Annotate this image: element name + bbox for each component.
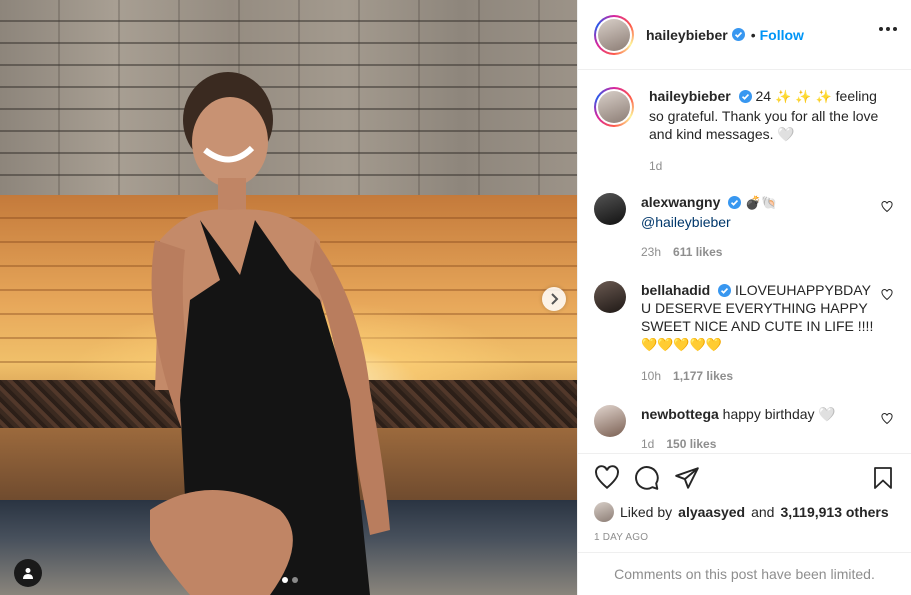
verified-icon xyxy=(728,196,742,209)
liked-by-prefix: Liked by xyxy=(620,504,673,520)
caption-sparkles: ✨ ✨ ✨ xyxy=(774,90,832,105)
author-avatar[interactable] xyxy=(594,14,634,55)
comment-mention[interactable]: @haileybieber xyxy=(641,214,731,230)
post-sidebar: haileybieber • Follow haileybieber 24 ✨ … xyxy=(577,0,911,595)
comment-emoji: 💣🐚 xyxy=(745,196,778,211)
author-username[interactable]: haileybieber xyxy=(646,27,728,43)
comment-time[interactable]: 1d xyxy=(641,437,654,451)
heart-icon[interactable] xyxy=(594,465,620,491)
likes-summary: Liked by alyaasyed and 3,119,913 others xyxy=(594,502,895,522)
heart-icon[interactable] xyxy=(881,289,893,301)
comment-icon[interactable] xyxy=(634,465,660,491)
comment-item: alexwangny 💣🐚 @haileybieber 23h 611 like… xyxy=(594,193,895,259)
post-date[interactable]: 1 DAY AGO xyxy=(594,532,895,543)
caption-time: 1d xyxy=(649,159,663,173)
commenter-avatar[interactable] xyxy=(594,281,626,313)
comment-text: happy birthday 🤍 xyxy=(722,406,836,422)
more-options-button[interactable] xyxy=(879,27,897,31)
carousel-dot xyxy=(282,577,288,583)
share-icon[interactable] xyxy=(674,465,700,491)
caption-avatar[interactable] xyxy=(594,87,634,127)
verified-icon xyxy=(738,90,752,103)
heart-icon[interactable] xyxy=(881,201,893,213)
comment-likes[interactable]: 150 likes xyxy=(666,437,716,451)
verified-icon xyxy=(731,28,745,41)
post-caption: haileybieber 24 ✨ ✨ ✨ feeling so gratefu… xyxy=(594,87,895,173)
more-icon xyxy=(879,27,883,31)
comments-list[interactable]: haileybieber 24 ✨ ✨ ✨ feeling so gratefu… xyxy=(578,71,911,453)
liked-by-user[interactable]: alyaasyed xyxy=(678,504,745,520)
post-actions: Liked by alyaasyed and 3,119,913 others … xyxy=(578,453,911,543)
commenter-username[interactable]: newbottega xyxy=(641,406,719,422)
caption-username[interactable]: haileybieber xyxy=(649,88,731,104)
bookmark-icon[interactable] xyxy=(871,465,895,491)
carousel-dots xyxy=(282,577,298,583)
user-tag-icon xyxy=(23,568,33,579)
commenter-username[interactable]: alexwangny xyxy=(641,194,720,210)
comments-limited-notice: Comments on this post have been limited. xyxy=(578,552,911,595)
comment-likes[interactable]: 611 likes xyxy=(673,245,722,259)
post-photo[interactable] xyxy=(0,0,577,595)
comment-likes[interactable]: 1,177 likes xyxy=(673,369,733,383)
caption-age: 24 xyxy=(755,88,772,104)
liker-avatar[interactable] xyxy=(594,502,614,522)
comment-item: bellahadid ILOVEUHAPPYBDAY U DESERVE EVE… xyxy=(594,281,895,383)
chevron-right-icon xyxy=(551,293,559,305)
person-figure xyxy=(150,72,390,595)
comment-time[interactable]: 23h xyxy=(641,245,661,259)
liked-by-and: and xyxy=(751,504,775,520)
liked-by-count[interactable]: 3,119,913 others xyxy=(780,504,888,520)
heart-icon[interactable] xyxy=(881,413,893,425)
verified-icon xyxy=(718,284,732,297)
next-photo-button[interactable] xyxy=(542,287,566,311)
commenter-avatar[interactable] xyxy=(594,193,626,225)
comment-emoji: 💛💛💛💛💛 xyxy=(641,338,722,353)
commenter-avatar[interactable] xyxy=(594,405,626,437)
comment-item: newbottega happy birthday 🤍 1d 150 likes xyxy=(594,405,895,451)
post-header: haileybieber • Follow xyxy=(578,0,911,70)
follow-button[interactable]: Follow xyxy=(760,27,804,43)
commenter-username[interactable]: bellahadid xyxy=(641,282,710,298)
carousel-dot xyxy=(292,577,298,583)
comment-time[interactable]: 10h xyxy=(641,369,661,383)
header-bullet: • xyxy=(750,26,756,43)
tagged-users-button[interactable] xyxy=(14,559,42,587)
